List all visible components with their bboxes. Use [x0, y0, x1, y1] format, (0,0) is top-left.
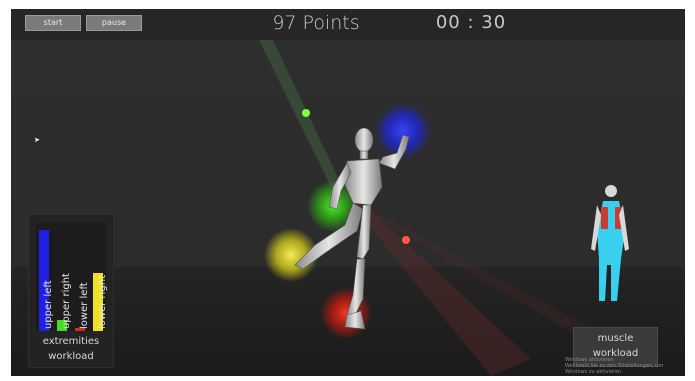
extremities-workload-panel: upper left upper right lower left lower rig… [28, 214, 114, 368]
red-ball [402, 236, 410, 244]
extremities-workload-title: extremities workload [29, 334, 113, 364]
green-light-beam [259, 40, 341, 187]
start-button[interactable]: start [25, 15, 81, 31]
mouse-cursor-icon: ➤ [34, 136, 40, 144]
robot-avatar [294, 127, 410, 330]
foot-right-target-sphere [320, 287, 372, 339]
workload-bar-label-lower-right: lower right [97, 274, 108, 329]
workload-bar-label-upper-left: upper left [43, 280, 54, 329]
workload-bar-label-upper-right: upper right [61, 273, 72, 329]
workload-bar-label-lower-left: lower left [79, 282, 90, 329]
extremities-title-line1: extremities [42, 336, 100, 347]
extremities-bar-chart: upper left upper right lower left lower rig… [36, 223, 108, 331]
game-viewport[interactable]: start pause 97 Points 00 : 30 ➤ upper le… [11, 9, 685, 376]
countdown-timer: 00 : 30 [435, 12, 507, 33]
green-ball [302, 109, 310, 117]
watermark-line2: Wechseln Sie zu den Einstellungen, um Wi… [565, 363, 664, 375]
pause-button[interactable]: pause [86, 15, 142, 31]
top-bar: start pause 97 Points 00 : 30 [11, 9, 685, 40]
muscle-mannequin [591, 185, 629, 301]
windows-activation-watermark: Windows aktivieren Wechseln Sie zu den E… [565, 357, 685, 375]
muscle-title-line1: muscle [597, 333, 634, 344]
points-counter: 97 Points [272, 12, 360, 34]
extremities-title-line2: workload [48, 351, 94, 362]
